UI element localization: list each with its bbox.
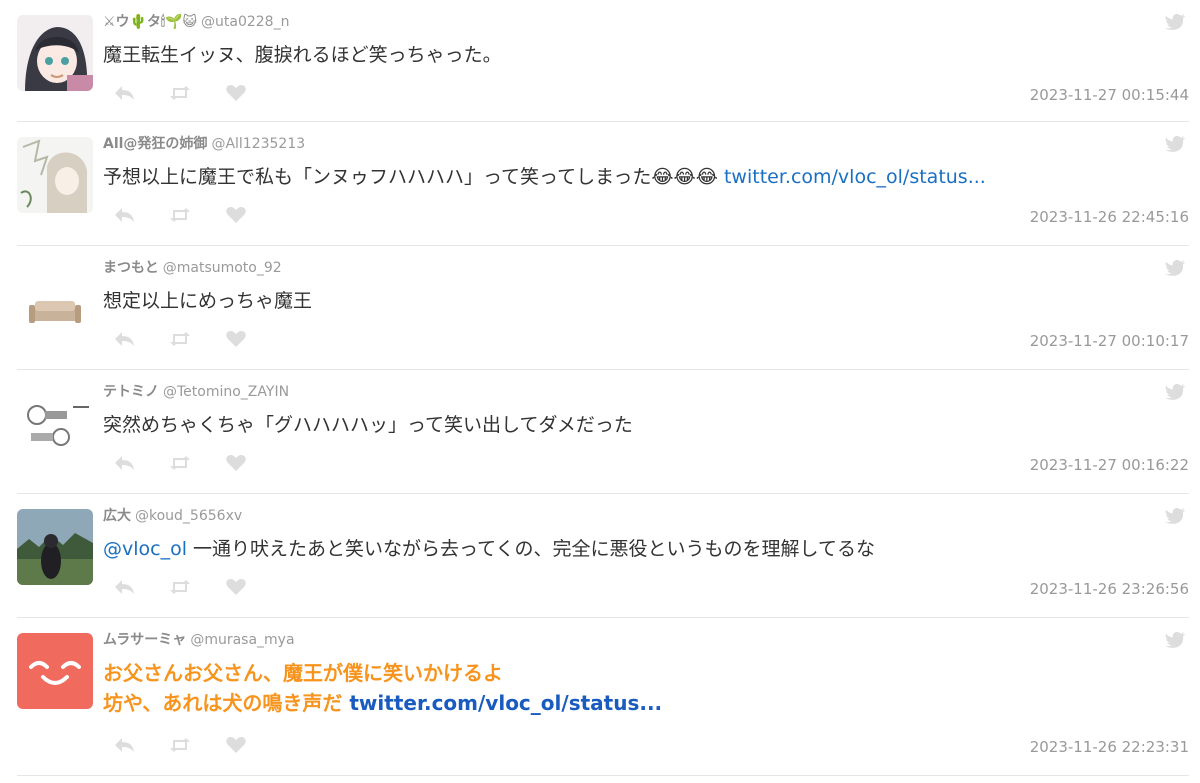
- user-handle[interactable]: @koud_5656xv: [135, 508, 242, 524]
- user-handle[interactable]: @Tetomino_ZAYIN: [163, 384, 289, 400]
- reply-icon[interactable]: [113, 206, 135, 224]
- tweet-header: 広大 @koud_5656xv: [103, 506, 242, 526]
- tweet-header: ⚔ウ🌵タ🕯🌱😺 @uta0228_n: [103, 12, 289, 32]
- tweet-actions: [113, 577, 247, 597]
- tweet-header: テトミノ @Tetomino_ZAYIN: [103, 382, 289, 402]
- user-handle[interactable]: @matsumoto_92: [163, 260, 282, 276]
- avatar[interactable]: [17, 385, 93, 461]
- tweet-header: まつもと @matsumoto_92: [103, 258, 282, 278]
- tweet-card: ⚔ウ🌵タ🕯🌱😺 @uta0228_n 魔王転生イッヌ、腹捩れるほど笑っちゃった。 …: [17, 0, 1189, 122]
- heart-icon[interactable]: [225, 578, 247, 596]
- retweet-icon[interactable]: [169, 84, 191, 102]
- tweet-text: 予想以上に魔王で私も「ンヌゥフハハハハ」って笑ってしまった😂😂😂 twitter…: [103, 163, 986, 191]
- twitter-bird-icon[interactable]: [1165, 14, 1185, 30]
- tweet-link[interactable]: twitter.com/vloc_ol/status...: [724, 166, 986, 188]
- retweet-icon[interactable]: [169, 330, 191, 348]
- tweet-actions: [113, 83, 247, 103]
- tweet-header: ムラサーミャ @murasa_mya: [103, 630, 295, 650]
- tweet-actions: [113, 205, 247, 225]
- heart-icon[interactable]: [225, 206, 247, 224]
- heart-icon[interactable]: [225, 330, 247, 348]
- display-name[interactable]: テトミノ: [103, 384, 159, 400]
- tweet-text: 想定以上にめっちゃ魔王: [103, 287, 312, 315]
- user-handle[interactable]: @murasa_mya: [190, 632, 294, 648]
- avatar[interactable]: [17, 137, 93, 213]
- tweet-timestamp[interactable]: 2023-11-27 00:15:44: [1030, 86, 1189, 104]
- avatar[interactable]: [17, 509, 93, 585]
- tweet-actions: [113, 735, 247, 755]
- display-name[interactable]: まつもと: [103, 260, 159, 276]
- heart-icon[interactable]: [225, 454, 247, 472]
- avatar[interactable]: [17, 633, 93, 709]
- display-name[interactable]: ムラサーミャ: [103, 632, 186, 648]
- reply-icon[interactable]: [113, 736, 135, 754]
- tweet-link[interactable]: twitter.com/vloc_ol/status...: [349, 691, 662, 715]
- tweet-card: All@発狂の姉御 @All1235213 予想以上に魔王で私も「ンヌゥフハハハハ…: [17, 122, 1189, 246]
- user-handle[interactable]: @uta0228_n: [201, 14, 289, 30]
- retweet-icon[interactable]: [169, 454, 191, 472]
- retweet-icon[interactable]: [169, 206, 191, 224]
- tweet-text: @vloc_ol 一通り吠えたあと笑いながら去ってくの、完全に悪役というものを理…: [103, 535, 875, 563]
- tweet-text: 魔王転生イッヌ、腹捩れるほど笑っちゃった。: [103, 41, 502, 69]
- tweet-feed: ⚔ウ🌵タ🕯🌱😺 @uta0228_n 魔王転生イッヌ、腹捩れるほど笑っちゃった。 …: [0, 0, 1200, 783]
- twitter-bird-icon[interactable]: [1165, 384, 1185, 400]
- tweet-card: 広大 @koud_5656xv @vloc_ol 一通り吠えたあと笑いながら去って…: [17, 494, 1189, 618]
- twitter-bird-icon[interactable]: [1165, 136, 1185, 152]
- display-name[interactable]: All@発狂の姉御: [103, 136, 207, 152]
- tweet-header: All@発狂の姉御 @All1235213: [103, 134, 305, 154]
- tweet-card: テトミノ @Tetomino_ZAYIN 突然めちゃくちゃ「グハハハハッ」って笑い…: [17, 370, 1189, 494]
- tweet-timestamp[interactable]: 2023-11-27 00:10:17: [1030, 332, 1189, 350]
- tweet-timestamp[interactable]: 2023-11-27 00:16:22: [1030, 456, 1189, 474]
- retweet-icon[interactable]: [169, 578, 191, 596]
- avatar[interactable]: [17, 15, 93, 91]
- user-handle[interactable]: @All1235213: [211, 136, 305, 152]
- reply-icon[interactable]: [113, 330, 135, 348]
- tweet-timestamp[interactable]: 2023-11-26 22:45:16: [1030, 208, 1189, 226]
- reply-icon[interactable]: [113, 454, 135, 472]
- tweet-card: まつもと @matsumoto_92 想定以上にめっちゃ魔王 2023-11-27…: [17, 246, 1189, 370]
- tweet-text-content: 魔王転生イッヌ、腹捩れるほど笑っちゃった。: [103, 44, 502, 66]
- display-name[interactable]: 広大: [103, 508, 131, 524]
- tweet-timestamp[interactable]: 2023-11-26 23:26:56: [1030, 580, 1189, 598]
- twitter-bird-icon[interactable]: [1165, 632, 1185, 648]
- retweet-icon[interactable]: [169, 736, 191, 754]
- tweet-timestamp[interactable]: 2023-11-26 22:23:31: [1030, 738, 1189, 756]
- reply-icon[interactable]: [113, 84, 135, 102]
- tweet-card: ムラサーミャ @murasa_mya お父さんお父さん、魔王が僕に笑いかけるよ 坊…: [17, 618, 1189, 776]
- display-name[interactable]: ⚔ウ🌵タ🕯🌱😺: [103, 14, 197, 30]
- twitter-bird-icon[interactable]: [1165, 508, 1185, 524]
- tweet-text-line-2: 坊や、あれは犬の鳴き声だ twitter.com/vloc_ol/status.…: [103, 688, 662, 718]
- twitter-bird-icon[interactable]: [1165, 260, 1185, 276]
- reply-icon[interactable]: [113, 578, 135, 596]
- avatar[interactable]: [17, 261, 93, 337]
- tweet-actions: [113, 329, 247, 349]
- heart-icon[interactable]: [225, 736, 247, 754]
- tweet-text-content: 坊や、あれは犬の鳴き声だ: [103, 691, 350, 715]
- mention-link[interactable]: @vloc_ol: [103, 538, 187, 560]
- tweet-text-content: 想定以上にめっちゃ魔王: [103, 290, 313, 312]
- tweet-text: 突然めちゃくちゃ「グハハハハッ」って笑い出してダメだった: [103, 411, 633, 439]
- tweet-text-content: 突然めちゃくちゃ「グハハハハッ」って笑い出してダメだった: [103, 414, 633, 436]
- heart-icon[interactable]: [225, 84, 247, 102]
- tweet-text-content: 予想以上に魔王で私も「ンヌゥフハハハハ」って笑ってしまった😂😂😂: [103, 166, 724, 188]
- tweet-text: お父さんお父さん、魔王が僕に笑いかけるよ 坊や、あれは犬の鳴き声だ twitte…: [103, 658, 662, 718]
- tweet-text-line: お父さんお父さん、魔王が僕に笑いかけるよ: [103, 661, 503, 685]
- tweet-text-content: 一通り吠えたあと笑いながら去ってくの、完全に悪役というものを理解してるな: [187, 538, 875, 560]
- tweet-actions: [113, 453, 247, 473]
